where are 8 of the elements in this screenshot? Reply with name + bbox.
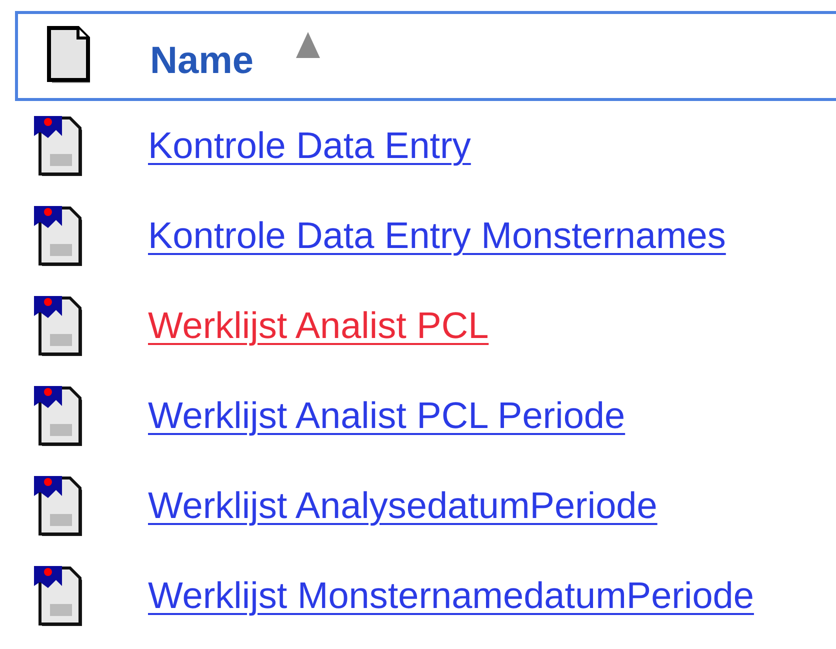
file-link[interactable]: Kontrole Data Entry Monsternames [148, 214, 726, 258]
sort-arrow-icon[interactable] [294, 30, 322, 60]
file-link[interactable]: Werklijst Analist PCL [148, 304, 489, 348]
column-title[interactable]: Name [150, 42, 254, 80]
file-link[interactable]: Werklijst MonsternamedatumPeriode [148, 574, 754, 618]
file-link[interactable]: Werklijst AnalysedatumPeriode [148, 484, 658, 528]
file-link[interactable]: Kontrole Data Entry [148, 124, 471, 168]
file-link[interactable]: Werklijst Analist PCL Periode [148, 394, 626, 438]
